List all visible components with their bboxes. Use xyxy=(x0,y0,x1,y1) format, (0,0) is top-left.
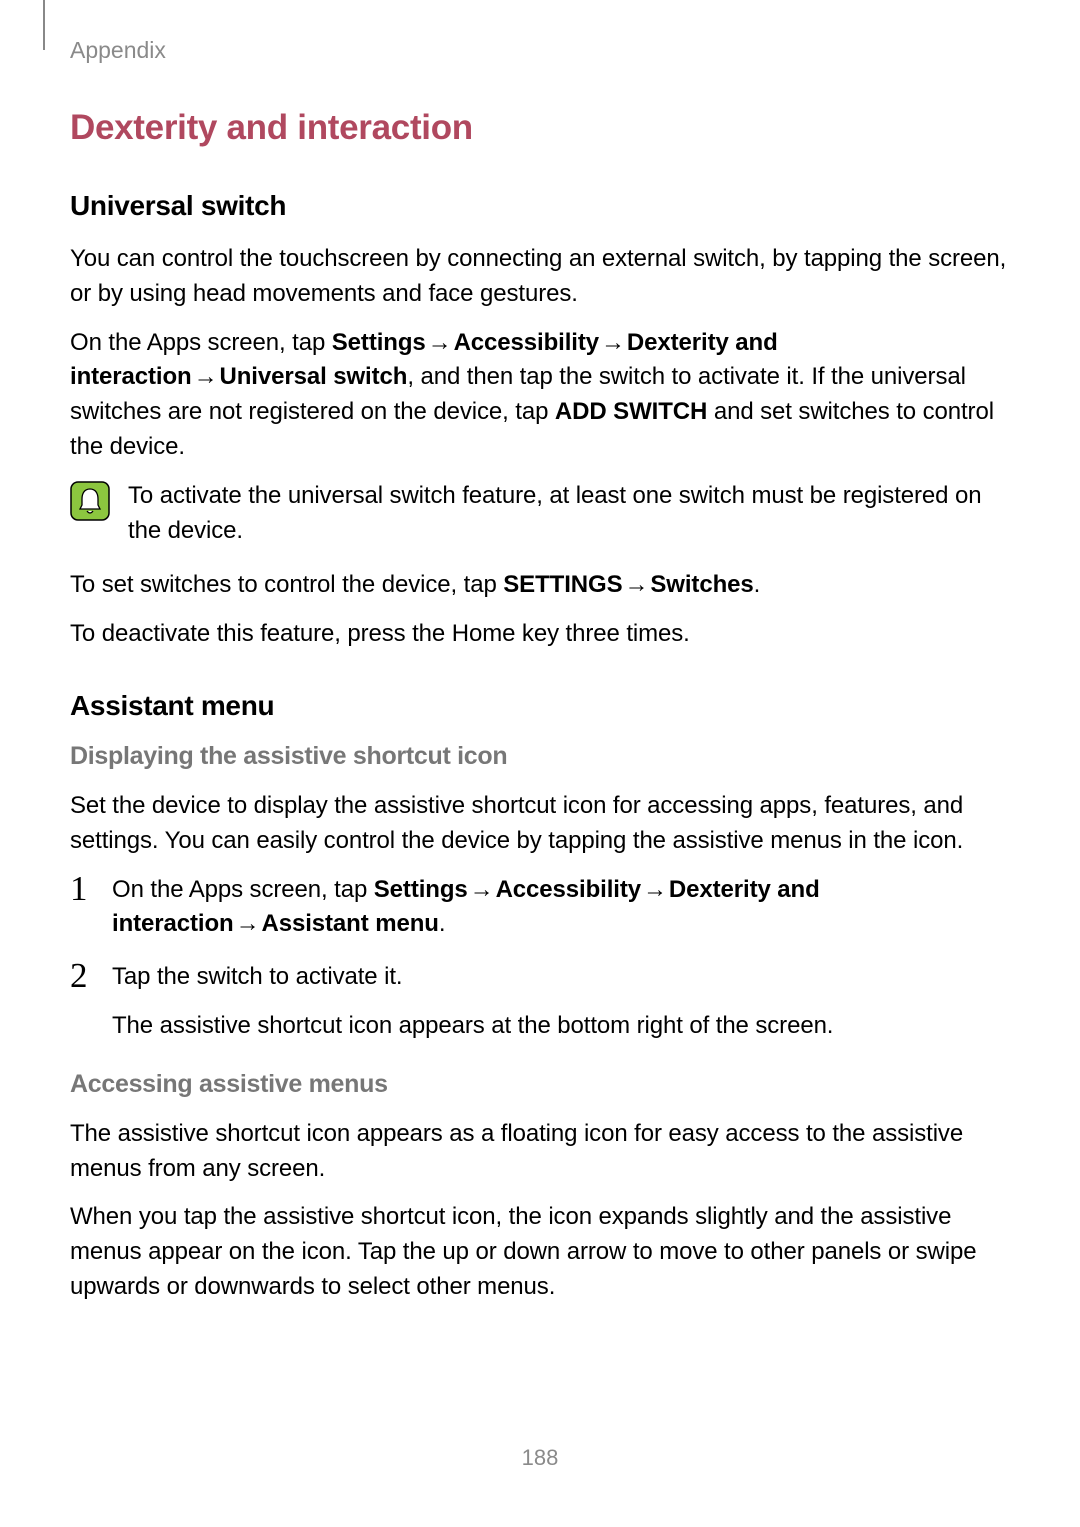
add-switch-label: ADD SWITCH xyxy=(555,398,707,425)
header-section-label: Appendix xyxy=(70,37,166,64)
universal-switch-set-switches: To set switches to control the device, t… xyxy=(70,568,1010,603)
text-fragment: To set switches to control the device, t… xyxy=(70,571,503,598)
text-fragment: . xyxy=(439,910,446,937)
arrow-icon: → xyxy=(426,329,454,356)
accessing-menus-p2: When you tap the assistive shortcut icon… xyxy=(70,1200,1010,1304)
step-2: 2 Tap the switch to activate it. The ass… xyxy=(70,960,1010,1044)
step-1: 1 On the Apps screen, tap Settings→Acces… xyxy=(70,873,1010,943)
heading-assistant-menu: Assistant menu xyxy=(70,690,1010,722)
arrow-icon: → xyxy=(641,876,669,903)
path-settings: Settings xyxy=(332,329,426,356)
arrow-icon: → xyxy=(234,910,262,937)
path-settings: Settings xyxy=(374,876,468,903)
subheading-accessing-menus: Accessing assistive menus xyxy=(70,1070,1010,1099)
section-title: Dexterity and interaction xyxy=(70,108,1010,148)
arrow-icon: → xyxy=(622,571,650,598)
universal-switch-path: On the Apps screen, tap Settings→Accessi… xyxy=(70,326,1010,465)
step-2-line-b: The assistive shortcut icon appears at t… xyxy=(112,1009,1010,1044)
universal-switch-intro: You can control the touchscreen by conne… xyxy=(70,242,1010,312)
arrow-icon: → xyxy=(192,363,220,390)
arrow-icon: → xyxy=(468,876,496,903)
arrow-icon: → xyxy=(599,329,627,356)
universal-switch-deactivate: To deactivate this feature, press the Ho… xyxy=(70,617,1010,652)
path-accessibility: Accessibility xyxy=(496,876,641,903)
assistant-menu-steps: 1 On the Apps screen, tap Settings→Acces… xyxy=(70,873,1010,1044)
page-content: Dexterity and interaction Universal swit… xyxy=(70,108,1010,1319)
settings-label: SETTINGS xyxy=(503,571,622,598)
path-assistant-menu: Assistant menu xyxy=(262,910,439,937)
heading-universal-switch: Universal switch xyxy=(70,190,1010,222)
subheading-displaying-icon: Displaying the assistive shortcut icon xyxy=(70,742,1010,771)
path-accessibility: Accessibility xyxy=(454,329,599,356)
page-number: 188 xyxy=(0,1445,1080,1471)
page-edge-mark xyxy=(43,0,45,50)
path-universal-switch: Universal switch xyxy=(220,363,408,390)
step-number: 1 xyxy=(70,871,94,906)
switches-label: Switches xyxy=(650,571,753,598)
text-fragment: On the Apps screen, tap xyxy=(112,876,374,903)
step-body: On the Apps screen, tap Settings→Accessi… xyxy=(112,873,1010,943)
text-fragment: On the Apps screen, tap xyxy=(70,329,332,356)
step-number: 2 xyxy=(70,958,94,993)
note-bell-icon xyxy=(70,481,110,521)
accessing-menus-p1: The assistive shortcut icon appears as a… xyxy=(70,1117,1010,1187)
note-callout: To activate the universal switch feature… xyxy=(70,479,1010,549)
note-text: To activate the universal switch feature… xyxy=(128,479,1010,549)
assistant-menu-intro: Set the device to display the assistive … xyxy=(70,789,1010,859)
step-body: Tap the switch to activate it. The assis… xyxy=(112,960,1010,1044)
text-fragment: . xyxy=(754,571,761,598)
step-2-line-a: Tap the switch to activate it. xyxy=(112,960,1010,995)
